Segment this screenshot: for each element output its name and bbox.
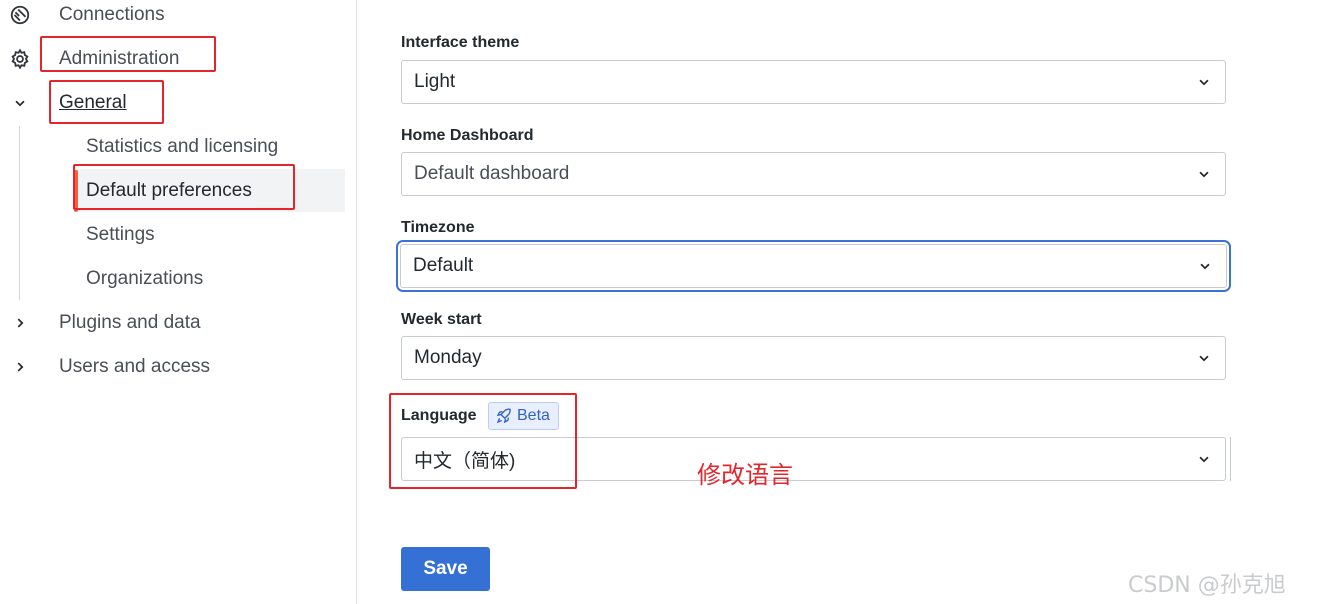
timezone-label: Timezone: [401, 219, 475, 236]
sidebar-item-statistics[interactable]: Statistics and licensing: [0, 129, 345, 165]
interface-theme-value: Light: [414, 71, 456, 92]
timezone-select[interactable]: Default: [396, 240, 1231, 292]
rocket-icon: [495, 407, 513, 425]
sidebar-item-label: Settings: [86, 224, 155, 245]
week-start-label: Week start: [401, 311, 482, 328]
nav-item-users[interactable]: Users and access: [0, 349, 345, 385]
home-dashboard-label: Home Dashboard: [401, 127, 534, 144]
connections-icon: [9, 4, 31, 26]
sidebar: Connections Administration General Stati…: [0, 0, 357, 604]
annotation-note: 修改语言: [697, 461, 793, 489]
interface-theme-label: Interface theme: [401, 34, 520, 51]
nav-item-administration[interactable]: Administration: [0, 41, 345, 77]
sidebar-item-settings[interactable]: Settings: [0, 217, 345, 253]
chevron-down-icon: [1197, 75, 1211, 89]
home-dashboard-value: Default dashboard: [414, 163, 570, 184]
gear-icon: [9, 48, 31, 70]
interface-theme-select[interactable]: Light: [401, 60, 1226, 104]
language-label: Language: [401, 407, 477, 424]
sidebar-item-label: Default preferences: [86, 180, 252, 201]
sidebar-item-label: Organizations: [86, 268, 204, 289]
chevron-down-icon: [1197, 452, 1211, 466]
chevron-right-icon: [11, 314, 29, 332]
week-start-value: Monday: [414, 347, 482, 368]
nav-item-general[interactable]: General: [0, 85, 345, 121]
nav-item-connections[interactable]: Connections: [0, 0, 345, 33]
timezone-value: Default: [413, 255, 474, 276]
save-button[interactable]: Save: [401, 547, 490, 591]
week-start-select[interactable]: Monday: [401, 336, 1226, 380]
chevron-down-icon: [1197, 167, 1211, 181]
nav-label-connections: Connections: [59, 4, 165, 25]
chevron-down-icon: [1198, 259, 1212, 273]
sidebar-item-default-preferences[interactable]: Default preferences: [0, 173, 345, 209]
nav-label-administration: Administration: [59, 48, 180, 69]
nav-label-plugins: Plugins and data: [59, 312, 201, 333]
home-dashboard-select[interactable]: Default dashboard: [401, 152, 1226, 196]
chevron-down-icon: [11, 94, 29, 112]
language-select[interactable]: 中文（简体): [401, 437, 1226, 481]
sidebar-item-label: Statistics and licensing: [86, 136, 279, 157]
language-value: 中文（简体): [414, 450, 516, 472]
sidebar-item-organizations[interactable]: Organizations: [0, 261, 345, 297]
nav-label-users: Users and access: [59, 356, 211, 377]
chevron-down-icon: [1197, 351, 1211, 365]
watermark: CSDN @孙克旭: [1128, 573, 1286, 598]
nav-label-general: General: [59, 92, 127, 113]
chevron-right-icon: [11, 358, 29, 376]
beta-badge-label: Beta: [517, 407, 550, 424]
beta-badge: Beta: [488, 402, 559, 430]
select-divider: [1230, 437, 1231, 481]
nav-item-plugins[interactable]: Plugins and data: [0, 305, 345, 341]
